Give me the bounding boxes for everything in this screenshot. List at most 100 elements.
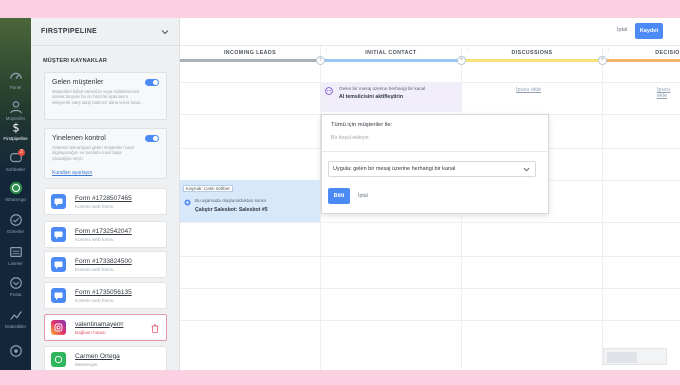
minimap[interactable] <box>603 348 667 365</box>
dollar-icon: $ <box>12 120 19 134</box>
nav-item-settings[interactable] <box>0 344 31 360</box>
trash-icon[interactable] <box>151 324 159 333</box>
incoming-leads-toggle[interactable] <box>145 79 159 86</box>
add-hint-link[interactable]: İpucu ekle <box>657 87 680 99</box>
apply-select[interactable]: Uygula: gelen bir mesaj üzerine herhangi… <box>328 161 536 177</box>
set-rules-link[interactable]: Kuralları ayarlayın <box>52 170 92 176</box>
source-item[interactable]: valentinamayerrr Bağlantı hatası <box>44 314 167 341</box>
check-icon <box>9 214 22 226</box>
add-condition-field[interactable]: Bir koşul ekleyin <box>331 135 368 141</box>
card-description: Sistemin tekrarlayan gelen müşterileri n… <box>52 145 134 161</box>
svg-text:$: $ <box>12 120 19 134</box>
duplicate-control-toggle[interactable] <box>145 135 159 142</box>
nav-item-pipeline[interactable]: $ Firstpipeline <box>0 120 31 141</box>
chat-badge: 2 <box>18 149 25 156</box>
form-icon <box>51 257 66 272</box>
add-stage-button[interactable]: + <box>316 56 325 65</box>
popup-cancel-button[interactable]: İptal <box>358 193 368 199</box>
add-stage-button[interactable]: + <box>598 56 607 65</box>
row-divider <box>180 320 680 321</box>
row-divider <box>180 256 680 257</box>
drag-handle-icon[interactable]: ⋮ <box>606 49 611 58</box>
trigger-action: AI temsilcisini aktifleştirin <box>339 94 404 100</box>
nav-item-stats[interactable]: İstatistikler <box>0 308 31 329</box>
app-window: Panel Müşteriler $ Firstpipeline 2 Sohbe… <box>0 18 680 370</box>
main-nav: Panel Müşteriler $ Firstpipeline 2 Sohbe… <box>0 18 31 370</box>
form-icon <box>51 194 66 209</box>
done-button[interactable]: Bitti <box>328 188 350 204</box>
apply-value: gelen bir mesaj üzerine herhangi bir kan… <box>353 166 456 172</box>
drag-handle-icon[interactable]: ⋮ <box>324 49 329 58</box>
source-item[interactable]: Form #1733824500 Kommo web formu <box>44 251 167 278</box>
incoming-leads-card: Gelen müşteriler Müşterileri kabul etmen… <box>44 72 167 120</box>
bot-icon <box>184 199 191 206</box>
source-name: Carmen Ortega <box>75 352 120 360</box>
source-name: Form #1732542047 <box>75 227 132 235</box>
add-hint-link[interactable]: İpucu ekle <box>516 87 541 93</box>
source-error: Bağlantı hatası <box>75 329 106 335</box>
salesbot-trigger[interactable]: Kaynak: Canlı sohbet Bu aşamada oluşturu… <box>180 180 320 222</box>
source-item[interactable]: Carmen Ortega Messenger <box>44 346 167 370</box>
card-description: Müşterileri kabul etmenize veya reddetme… <box>52 89 142 105</box>
mail-icon <box>9 277 22 289</box>
pipeline-selector[interactable]: FIRSTPIPELINE <box>31 18 179 46</box>
lead-sources-sidebar: FIRSTPIPELINE MÜŞTERI KAYNAKLAR Gelen mü… <box>31 18 180 370</box>
source-type: Kommo web formu <box>75 266 114 272</box>
source-tag: Kaynak: Canlı sohbet <box>183 185 233 192</box>
column-header-initial-contact[interactable]: INITIAL CONTACT <box>321 46 461 62</box>
user-icon <box>9 101 22 114</box>
list-icon <box>9 247 22 257</box>
chevron-down-icon <box>523 167 530 172</box>
column-header-discussions[interactable]: DISCUSSIONS <box>462 46 602 62</box>
nav-item-mail[interactable]: Posta <box>0 276 31 297</box>
column-header-incoming[interactable]: INCOMING LEADS <box>180 46 320 62</box>
source-name: Form #1735056135 <box>75 288 132 296</box>
nav-label: WhatsApp <box>5 197 26 202</box>
trigger-action: Çalıştır Salesbot: Salesbot #5 <box>195 207 268 213</box>
save-button[interactable]: Kaydet <box>635 23 663 39</box>
section-title: MÜŞTERI KAYNAKLAR <box>43 58 108 64</box>
nav-label: Görevler <box>6 229 25 234</box>
nav-item-whatsapp[interactable]: WhatsApp <box>0 181 31 202</box>
nav-item-customers[interactable]: Müşteriler <box>0 100 31 121</box>
source-item[interactable]: Form #1735056135 Kommo web formu <box>44 282 167 309</box>
source-item[interactable]: Form #1732542047 Kommo web formu <box>44 221 167 248</box>
column-divider <box>602 46 603 370</box>
robot-icon <box>325 87 333 95</box>
dashboard-icon <box>9 72 22 79</box>
nav-label: Sohbetler <box>5 167 26 172</box>
pipeline-title: FIRSTPIPELINE <box>41 28 98 35</box>
popup-title: Tümü için müşteriler ile: <box>331 122 393 128</box>
trigger-condition: Bu aşamada oluşturulduktan sonra <box>195 198 266 203</box>
source-name: Form #1728507465 <box>75 194 132 202</box>
card-title: Yinelenen kontrol <box>52 135 106 142</box>
source-name: Form #1733824500 <box>75 257 132 265</box>
card-title: Gelen müşteriler <box>52 79 104 86</box>
instagram-icon <box>51 320 66 335</box>
nav-label: Listeler <box>8 261 23 266</box>
source-type: Kommo web formu <box>75 297 114 303</box>
popup-divider <box>322 151 550 152</box>
nav-item-panel[interactable]: Panel <box>0 69 31 90</box>
settings-icon <box>9 345 22 357</box>
cancel-button[interactable]: İptal <box>617 27 627 33</box>
form-icon <box>51 227 66 242</box>
nav-item-lists[interactable]: Listeler <box>0 245 31 266</box>
nav-label: Posta <box>9 292 22 297</box>
ai-agent-trigger[interactable]: Gelen bir mesaj üzerine herhangi bir kan… <box>321 82 462 112</box>
nav-label: Firstpipeline <box>3 136 28 141</box>
column-header-decision[interactable]: DECISION M <box>603 46 680 62</box>
duplicate-control-card: Yinelenen kontrol Sistemin tekrarlayan g… <box>44 128 167 179</box>
add-stage-button[interactable]: + <box>457 56 466 65</box>
source-type: Messenger <box>75 361 98 367</box>
row-divider <box>180 288 680 289</box>
nav-item-tasks[interactable]: Görevler <box>0 213 31 234</box>
drag-handle-icon[interactable]: ⋮ <box>465 49 470 58</box>
nav-item-chats[interactable]: 2 Sohbetler <box>0 149 31 172</box>
minimap-viewport[interactable] <box>607 352 637 363</box>
whatsapp-icon <box>9 181 22 195</box>
pipeline-toolbar: İptal Kaydet <box>180 18 680 46</box>
source-name: valentinamayerrr <box>75 320 124 328</box>
source-item[interactable]: Form #1728507465 Kommo web formu <box>44 188 167 215</box>
form-icon <box>51 288 66 303</box>
